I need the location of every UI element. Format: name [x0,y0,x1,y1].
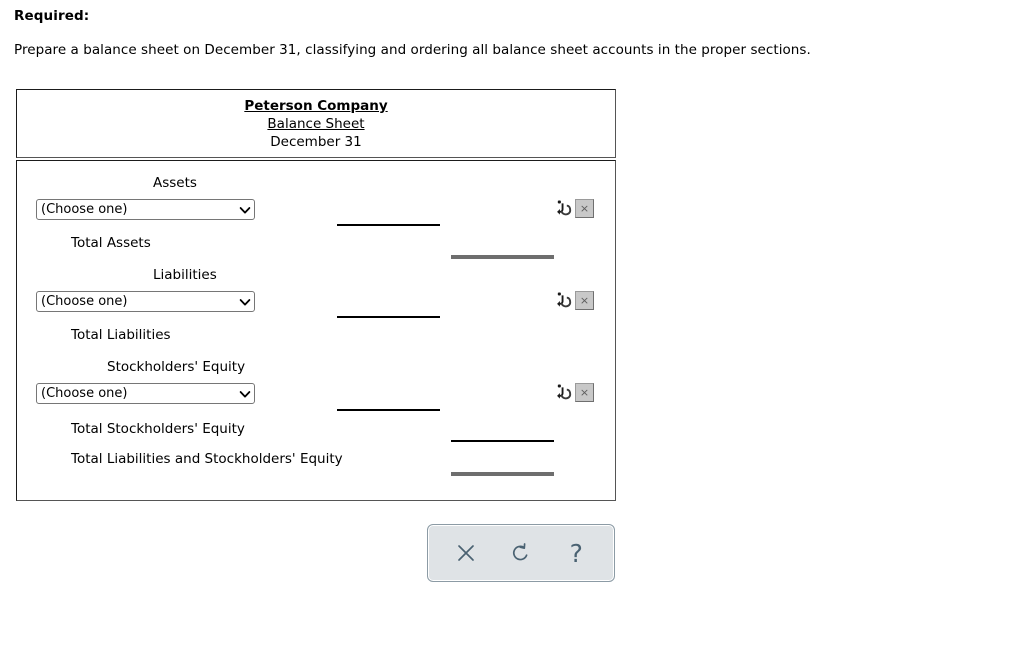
liabilities-subtotal-rule [337,316,440,319]
liabilities-account-select[interactable]: (Choose one) [36,291,255,313]
assets-row-actions: × [555,199,594,219]
liabilities-row-actions: × [555,291,594,311]
delete-row-button[interactable]: × [575,291,594,311]
statement-date: December 31 [270,133,362,150]
assets-account-select[interactable]: (Choose one) [36,199,255,221]
worksheet-header-box: Peterson Company Balance Sheet December … [16,89,616,159]
close-x-icon [457,545,474,561]
total-liabilities-and-equity-label: Total Liabilities and Stockholders' Equi… [71,451,343,468]
company-name: Peterson Company [244,98,388,114]
insert-row-icon[interactable] [555,384,572,402]
grand-total-rule [451,440,554,443]
section-heading-stockholders-equity: Stockholders' Equity [107,359,246,376]
insert-row-icon[interactable] [555,292,572,310]
help-button[interactable]: ? [555,533,597,573]
reset-button[interactable] [500,533,542,573]
section-heading-liabilities: Liabilities [153,267,217,284]
total-stockholders-equity-label: Total Stockholders' Equity [71,421,245,438]
grand-total-double-rule [451,472,554,477]
worksheet-body-box: Assets Liabilities Stockholders' Equity … [16,160,616,502]
section-heading-assets: Assets [153,175,197,192]
delete-row-glyph: × [579,294,590,308]
statement-name: Balance Sheet [267,115,365,132]
statement-name-line: Balance Sheet [17,116,615,134]
stockholders-equity-row-actions: × [555,383,594,403]
clear-button[interactable] [445,533,487,573]
prompt-area: Required: Prepare a balance sheet on Dec… [0,0,1024,58]
insert-row-icon[interactable] [555,200,572,218]
assets-subtotal-rule [337,224,440,227]
total-assets-label: Total Assets [71,235,151,252]
stockholders-equity-subtotal-rule [337,409,440,412]
required-label: Required: [14,8,90,24]
total-liabilities-label: Total Liabilities [71,327,171,344]
instruction-text: Prepare a balance sheet on December 31, … [14,42,811,58]
undo-arrow-icon [512,543,528,561]
worksheet-toolbar: ? [427,524,615,582]
stockholders-equity-account-select[interactable]: (Choose one) [36,383,255,405]
company-name-line: Peterson Company [17,98,615,116]
question-mark-icon: ? [569,538,583,568]
delete-row-button[interactable]: × [575,383,594,403]
delete-row-button[interactable]: × [575,199,594,219]
delete-row-glyph: × [579,202,590,216]
balance-sheet-worksheet: Peterson Company Balance Sheet December … [16,89,616,502]
total-assets-double-rule [451,255,554,260]
delete-row-glyph: × [579,386,590,400]
